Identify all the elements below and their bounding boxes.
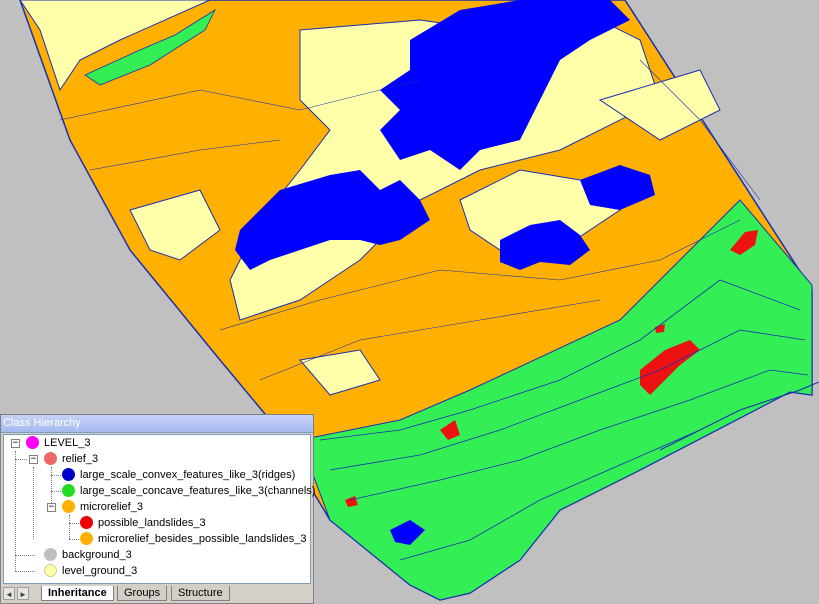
class-hierarchy-panel: Class Hierarchy − LEVEL_3 − relief_3 lar… <box>0 414 315 604</box>
class-color-dot <box>62 467 75 481</box>
panel-tab-bar: ◄ ► Inheritance Groups Structure <box>3 586 311 602</box>
class-color-dot <box>80 531 93 545</box>
collapse-toggle[interactable]: − <box>11 439 20 448</box>
class-color-dot <box>44 451 57 465</box>
class-color-dot <box>44 547 57 561</box>
tree-connector <box>15 571 35 572</box>
tab-structure[interactable]: Structure <box>171 586 230 601</box>
tree-connector <box>15 451 16 571</box>
tab-groups[interactable]: Groups <box>117 586 168 601</box>
class-color-dot <box>62 483 75 497</box>
class-color-dot <box>26 435 39 449</box>
collapse-toggle[interactable]: − <box>29 455 38 464</box>
tree-connector <box>33 467 34 539</box>
class-color-dot <box>80 515 93 529</box>
tree-node-ridges[interactable]: large_scale_convex_features_like_3(ridge… <box>62 467 295 483</box>
collapse-toggle[interactable]: − <box>47 503 56 512</box>
tree-connector <box>69 515 70 539</box>
tree-node-background-3[interactable]: background_3 <box>44 547 132 563</box>
class-color-dot <box>44 563 57 577</box>
tree-connector <box>15 459 27 460</box>
tree-node-microrelief-besides[interactable]: microrelief_besides_possible_landslides_… <box>80 531 307 547</box>
panel-title: Class Hierarchy <box>1 415 313 433</box>
tree-node-possible-landslides[interactable]: possible_landslides_3 <box>80 515 206 531</box>
tab-scroll-left-button[interactable]: ◄ <box>3 587 15 600</box>
tree-node-level-ground-3[interactable]: level_ground_3 <box>44 563 137 579</box>
tree-connector <box>51 491 61 492</box>
tree-connector <box>15 555 35 556</box>
class-tree[interactable]: − LEVEL_3 − relief_3 large_scale_convex_… <box>3 434 315 584</box>
tree-connector <box>69 539 79 540</box>
tab-scroll-right-button[interactable]: ► <box>17 587 29 600</box>
tab-inheritance[interactable]: Inheritance <box>41 586 114 601</box>
tree-node-relief-3[interactable]: relief_3 <box>44 451 98 467</box>
class-color-dot <box>62 499 75 513</box>
tree-node-channels[interactable]: large_scale_concave_features_like_3(chan… <box>62 483 315 499</box>
tree-connector <box>51 475 61 476</box>
tree-node-level-3[interactable]: LEVEL_3 <box>26 435 90 451</box>
tree-connector <box>69 523 79 524</box>
tree-node-microrelief-3[interactable]: microrelief_3 <box>62 499 143 515</box>
tree-connector <box>51 467 52 507</box>
